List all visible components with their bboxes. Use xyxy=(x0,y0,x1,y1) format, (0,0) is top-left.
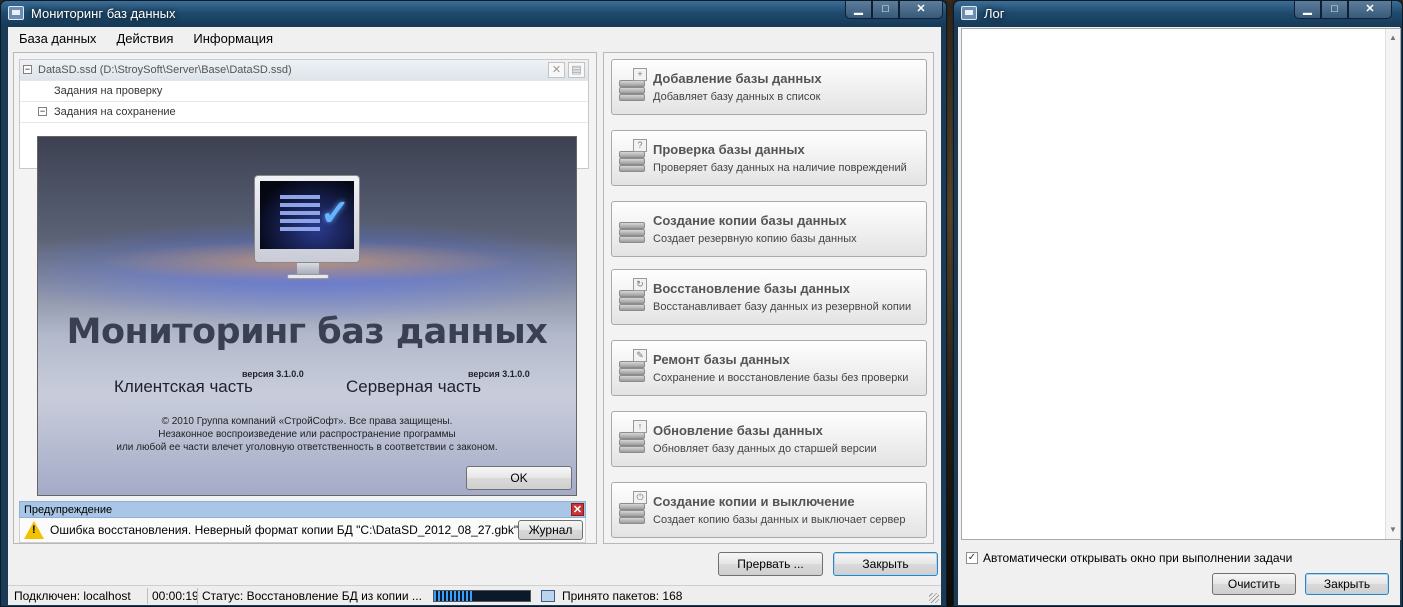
database-path-label: DataSD.ssd (D:\StroySoft\Server\Base\Dat… xyxy=(38,64,292,76)
tree-item-save-tasks[interactable]: − Задания на сохранение xyxy=(20,102,588,123)
client-part-label: Клиентская часть xyxy=(114,377,253,396)
menu-database[interactable]: База данных xyxy=(10,27,107,49)
database-update-icon: ↑ xyxy=(619,420,647,454)
server-part-label: Серверная часть xyxy=(346,377,482,396)
elapsed-time: 00:00:19 xyxy=(152,589,199,603)
auto-open-checkbox[interactable]: ✓ xyxy=(966,552,978,564)
tree-item-check-tasks[interactable]: Задания на проверку xyxy=(20,81,588,102)
copyright-text: © 2010 Группа компаний «СтройСофт». Все … xyxy=(116,416,498,453)
close-button[interactable]: Закрыть xyxy=(833,552,938,576)
scroll-down-icon[interactable]: ▼ xyxy=(1386,523,1400,537)
menubar: База данных Действия Информация xyxy=(8,27,941,49)
collapse-icon[interactable]: − xyxy=(38,107,47,116)
main-window-title: Мониторинг баз данных xyxy=(31,6,176,21)
clear-log-button[interactable]: Очистить xyxy=(1212,573,1296,595)
repair-database-button[interactable]: ✎ Ремонт базы данных Сохранение и восста… xyxy=(611,340,927,396)
log-minimize-button[interactable]: ▁ xyxy=(1294,1,1321,19)
log-close-window-button[interactable]: ✕ xyxy=(1348,1,1392,19)
database-restore-icon: ↻ xyxy=(619,278,647,312)
splash-ok-button[interactable]: OK xyxy=(466,466,572,490)
auto-open-label: Автоматически открывать окно при выполне… xyxy=(983,551,1293,565)
restore-database-button[interactable]: ↻ Восстановление базы данных Восстанавли… xyxy=(611,269,927,325)
resize-grip[interactable] xyxy=(929,593,939,603)
log-window-title: Лог xyxy=(984,6,1005,21)
log-client-area: ▲ ▼ ✓ Автоматически открывать окно при в… xyxy=(958,27,1401,605)
scroll-up-icon[interactable]: ▲ xyxy=(1386,31,1400,45)
log-maximize-button[interactable]: □ xyxy=(1321,1,1348,19)
menu-actions[interactable]: Действия xyxy=(107,27,184,49)
operation-status: Статус: Восстановление БД из копии ... xyxy=(202,589,422,603)
tree-item-label: Задания на проверку xyxy=(54,85,163,97)
monitor-check-icon: ✓ xyxy=(254,175,360,279)
warning-body: ! Ошибка восстановления. Неверный формат… xyxy=(19,518,586,543)
warning-message: Ошибка восстановления. Неверный формат к… xyxy=(50,523,519,537)
journal-button[interactable]: Журнал xyxy=(518,520,583,540)
app-monitor-icon xyxy=(8,6,24,20)
log-window-icon xyxy=(961,6,977,20)
update-database-button[interactable]: ↑ Обновление базы данных Обновляет базу … xyxy=(611,411,927,467)
database-backup-icon xyxy=(619,214,645,244)
database-repair-icon: ✎ xyxy=(619,349,647,383)
check-database-button[interactable]: ? Проверка базы данных Проверяет базу да… xyxy=(611,130,927,186)
splash-title: Мониторинг баз данных xyxy=(66,312,548,352)
abort-button[interactable]: Прервать ... xyxy=(718,552,823,576)
maximize-button[interactable]: □ xyxy=(872,1,899,19)
connection-status: Подключен: localhost xyxy=(14,589,131,603)
log-titlebar[interactable]: Лог ▁ □ ✕ xyxy=(954,1,1402,27)
main-client-area: База данных Действия Информация − DataSD… xyxy=(8,27,941,605)
tree-database-node[interactable]: − DataSD.ssd (D:\StroySoft\Server\Base\D… xyxy=(20,60,588,81)
database-check-icon: ? xyxy=(619,139,647,173)
menu-information[interactable]: Информация xyxy=(184,27,284,49)
log-text-area[interactable]: ▲ ▼ xyxy=(961,28,1401,540)
log-scrollbar[interactable]: ▲ ▼ xyxy=(1385,29,1400,539)
warning-header: Предупреждение ✕ xyxy=(19,501,586,518)
network-icon xyxy=(541,590,555,602)
remove-database-icon[interactable]: ✕ xyxy=(548,62,565,78)
add-database-button[interactable]: + Добавление базы данных Добавляет базу … xyxy=(611,59,927,115)
close-window-button[interactable]: ✕ xyxy=(899,1,943,19)
actions-panel: + Добавление базы данных Добавляет базу … xyxy=(603,52,934,544)
operation-progress xyxy=(433,590,531,602)
log-window: Лог ▁ □ ✕ ▲ ▼ ✓ Автоматически открывать … xyxy=(953,0,1403,607)
minimize-button[interactable]: ▁ xyxy=(845,1,872,19)
properties-icon[interactable]: ▤ xyxy=(568,62,585,78)
about-splash: ✓ Мониторинг баз данных версия 3.1.0.0 К… xyxy=(37,136,577,496)
backup-database-button[interactable]: Создание копии базы данных Создает резер… xyxy=(611,201,927,257)
check-icon: ✓ xyxy=(320,192,351,233)
main-window: Мониторинг баз данных ▁ □ ✕ База данных … xyxy=(0,0,947,607)
database-add-icon: + xyxy=(619,68,647,102)
log-close-button[interactable]: Закрыть xyxy=(1305,573,1389,595)
database-shutdown-icon: ⏻ xyxy=(619,491,647,525)
database-panel: − DataSD.ssd (D:\StroySoft\Server\Base\D… xyxy=(13,52,597,544)
main-titlebar[interactable]: Мониторинг баз данных ▁ □ ✕ xyxy=(1,1,946,27)
backup-and-shutdown-button[interactable]: ⏻ Создание копии и выключение Создает ко… xyxy=(611,482,927,538)
tree-item-label: Задания на сохранение xyxy=(54,106,176,118)
warning-close-icon[interactable]: ✕ xyxy=(571,503,584,516)
status-bar: Подключен: localhost 00:00:19 Статус: Во… xyxy=(8,585,941,605)
collapse-icon[interactable]: − xyxy=(23,65,32,74)
packets-received: Принято пакетов: 168 xyxy=(562,589,683,603)
warning-header-label: Предупреждение xyxy=(24,504,113,516)
